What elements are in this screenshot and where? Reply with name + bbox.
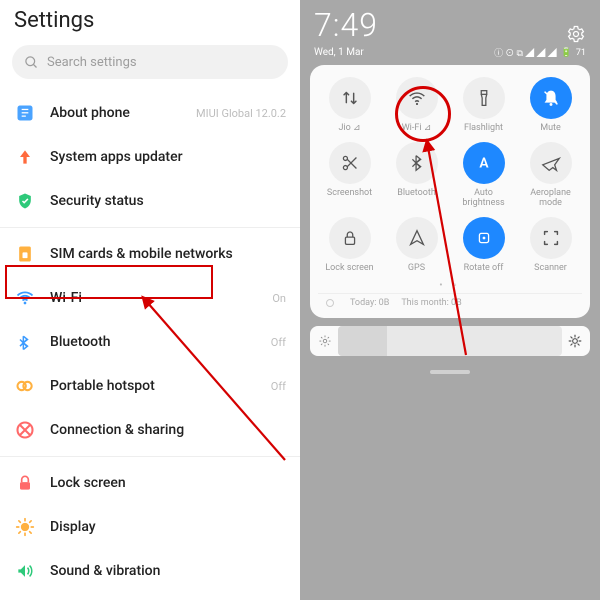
qs-tile-shot[interactable]: Screenshot — [318, 142, 381, 209]
row-value: On — [272, 292, 286, 305]
sim-icon — [14, 243, 36, 265]
bluetooth-icon — [396, 142, 438, 184]
svg-text:A: A — [479, 155, 489, 171]
settings-title: Settings — [0, 0, 300, 39]
row-label: Portable hotspot — [50, 378, 271, 394]
status-icons: ⓘ ⊙ ⧉ ◢ ◢ ◢ 🔋 71 — [494, 46, 586, 59]
row-label: SIM cards & mobile networks — [50, 246, 286, 262]
settings-row-bt[interactable]: BluetoothOff — [0, 320, 300, 364]
updater-icon — [14, 146, 36, 168]
search-input[interactable]: Search settings — [12, 45, 288, 79]
qs-label: Bluetooth — [397, 189, 436, 199]
auto-a-icon: A — [463, 142, 505, 184]
security-icon — [14, 190, 36, 212]
flashlight-icon — [463, 77, 505, 119]
settings-row-about[interactable]: About phoneMIUI Global 12.0.2 — [0, 91, 300, 135]
data-usage-row[interactable]: Today: 0B This month: 0B — [318, 293, 582, 310]
brightness-slider[interactable] — [310, 326, 590, 356]
settings-row-lock[interactable]: Lock screen — [0, 461, 300, 505]
row-label: Wi-Fi — [50, 290, 272, 306]
sound-icon — [14, 560, 36, 582]
nav-icon — [396, 217, 438, 259]
qs-tile-rotate[interactable]: Rotate off — [452, 217, 515, 274]
qs-tile-bt[interactable]: Bluetooth — [385, 142, 448, 209]
qs-tile-gps[interactable]: GPS — [385, 217, 448, 274]
drag-handle[interactable] — [430, 370, 470, 374]
display-icon — [14, 516, 36, 538]
row-label: Bluetooth — [50, 334, 271, 350]
row-value: MIUI Global 12.0.2 — [196, 107, 286, 120]
updown-icon — [329, 77, 371, 119]
row-label: Lock screen — [50, 475, 286, 491]
search-icon — [24, 55, 39, 70]
qs-label: Jio ⊿ — [338, 124, 360, 134]
rotate-icon — [463, 217, 505, 259]
qs-label: Screenshot — [327, 189, 372, 199]
brightness-high-icon — [568, 334, 582, 348]
settings-row-notif[interactable]: Notifications — [0, 593, 300, 600]
row-label: Security status — [50, 193, 286, 209]
lock-icon — [14, 472, 36, 494]
settings-row-hotspot[interactable]: Portable hotspotOff — [0, 364, 300, 408]
qs-tile-wifi[interactable]: Wi-Fi ⊿ — [385, 77, 448, 134]
bell-off-icon — [530, 77, 572, 119]
lock-icon — [329, 217, 371, 259]
bt-icon — [14, 331, 36, 353]
row-label: System apps updater — [50, 149, 286, 165]
qs-tile-mute[interactable]: Mute — [519, 77, 582, 134]
wifi-icon — [14, 287, 36, 309]
data-today: Today: 0B — [350, 298, 389, 308]
qs-tile-flash[interactable]: Flashlight — [452, 77, 515, 134]
qs-label: Mute — [540, 124, 561, 134]
qs-label: Flashlight — [464, 124, 503, 134]
quick-settings-panel: Jio ⊿ Wi-Fi ⊿ Flashlight Mute Screenshot Blue… — [310, 65, 590, 318]
settings-pane: Settings Search settings About phoneMIUI… — [0, 0, 300, 600]
scanner-icon — [530, 217, 572, 259]
settings-row-connshr[interactable]: Connection & sharing — [0, 408, 300, 452]
qs-tile-lock[interactable]: Lock screen — [318, 217, 381, 274]
qs-label: Lock screen — [325, 264, 373, 274]
search-placeholder: Search settings — [47, 55, 137, 70]
settings-row-wifi[interactable]: Wi-FiOn — [0, 276, 300, 320]
row-value: Off — [271, 336, 286, 349]
scissors-icon — [329, 142, 371, 184]
settings-row-sim[interactable]: SIM cards & mobile networks — [0, 232, 300, 276]
row-label: Display — [50, 519, 286, 535]
qs-label: GPS — [408, 264, 425, 274]
qs-tile-autob[interactable]: A Auto brightness — [452, 142, 515, 209]
data-indicator-icon — [326, 299, 334, 307]
settings-row-security[interactable]: Security status — [0, 179, 300, 223]
hotspot-icon — [14, 375, 36, 397]
qs-label: Rotate off — [464, 264, 504, 274]
row-label: About phone — [50, 105, 196, 121]
gear-icon[interactable] — [566, 24, 586, 44]
row-label: Connection & sharing — [50, 422, 286, 438]
connshr-icon — [14, 419, 36, 441]
qs-label: Auto brightness — [452, 189, 515, 209]
phone-pane: 7:49 Wed, 1 Mar ⓘ ⊙ ⧉ ◢ ◢ ◢ 🔋 71 Jio ⊿ Wi… — [300, 0, 600, 600]
settings-row-display[interactable]: Display — [0, 505, 300, 549]
plane-icon — [530, 142, 572, 184]
qs-label: Aeroplane mode — [519, 189, 582, 209]
qs-tile-scan[interactable]: Scanner — [519, 217, 582, 274]
settings-row-updater[interactable]: System apps updater — [0, 135, 300, 179]
status-clock: 7:49 — [314, 6, 566, 44]
wifi-icon — [396, 77, 438, 119]
brightness-low-icon — [318, 334, 332, 348]
status-date: Wed, 1 Mar — [314, 47, 494, 58]
qs-tile-plane[interactable]: Aeroplane mode — [519, 142, 582, 209]
qs-tile-jio[interactable]: Jio ⊿ — [318, 77, 381, 134]
qs-label: Wi-Fi ⊿ — [402, 124, 432, 134]
row-label: Sound & vibration — [50, 563, 286, 579]
qs-label: Scanner — [534, 264, 567, 274]
row-value: Off — [271, 380, 286, 393]
data-month: This month: 0B — [401, 298, 461, 308]
settings-row-sound[interactable]: Sound & vibration — [0, 549, 300, 593]
about-icon — [14, 102, 36, 124]
page-dots: • ◦ — [318, 274, 582, 293]
